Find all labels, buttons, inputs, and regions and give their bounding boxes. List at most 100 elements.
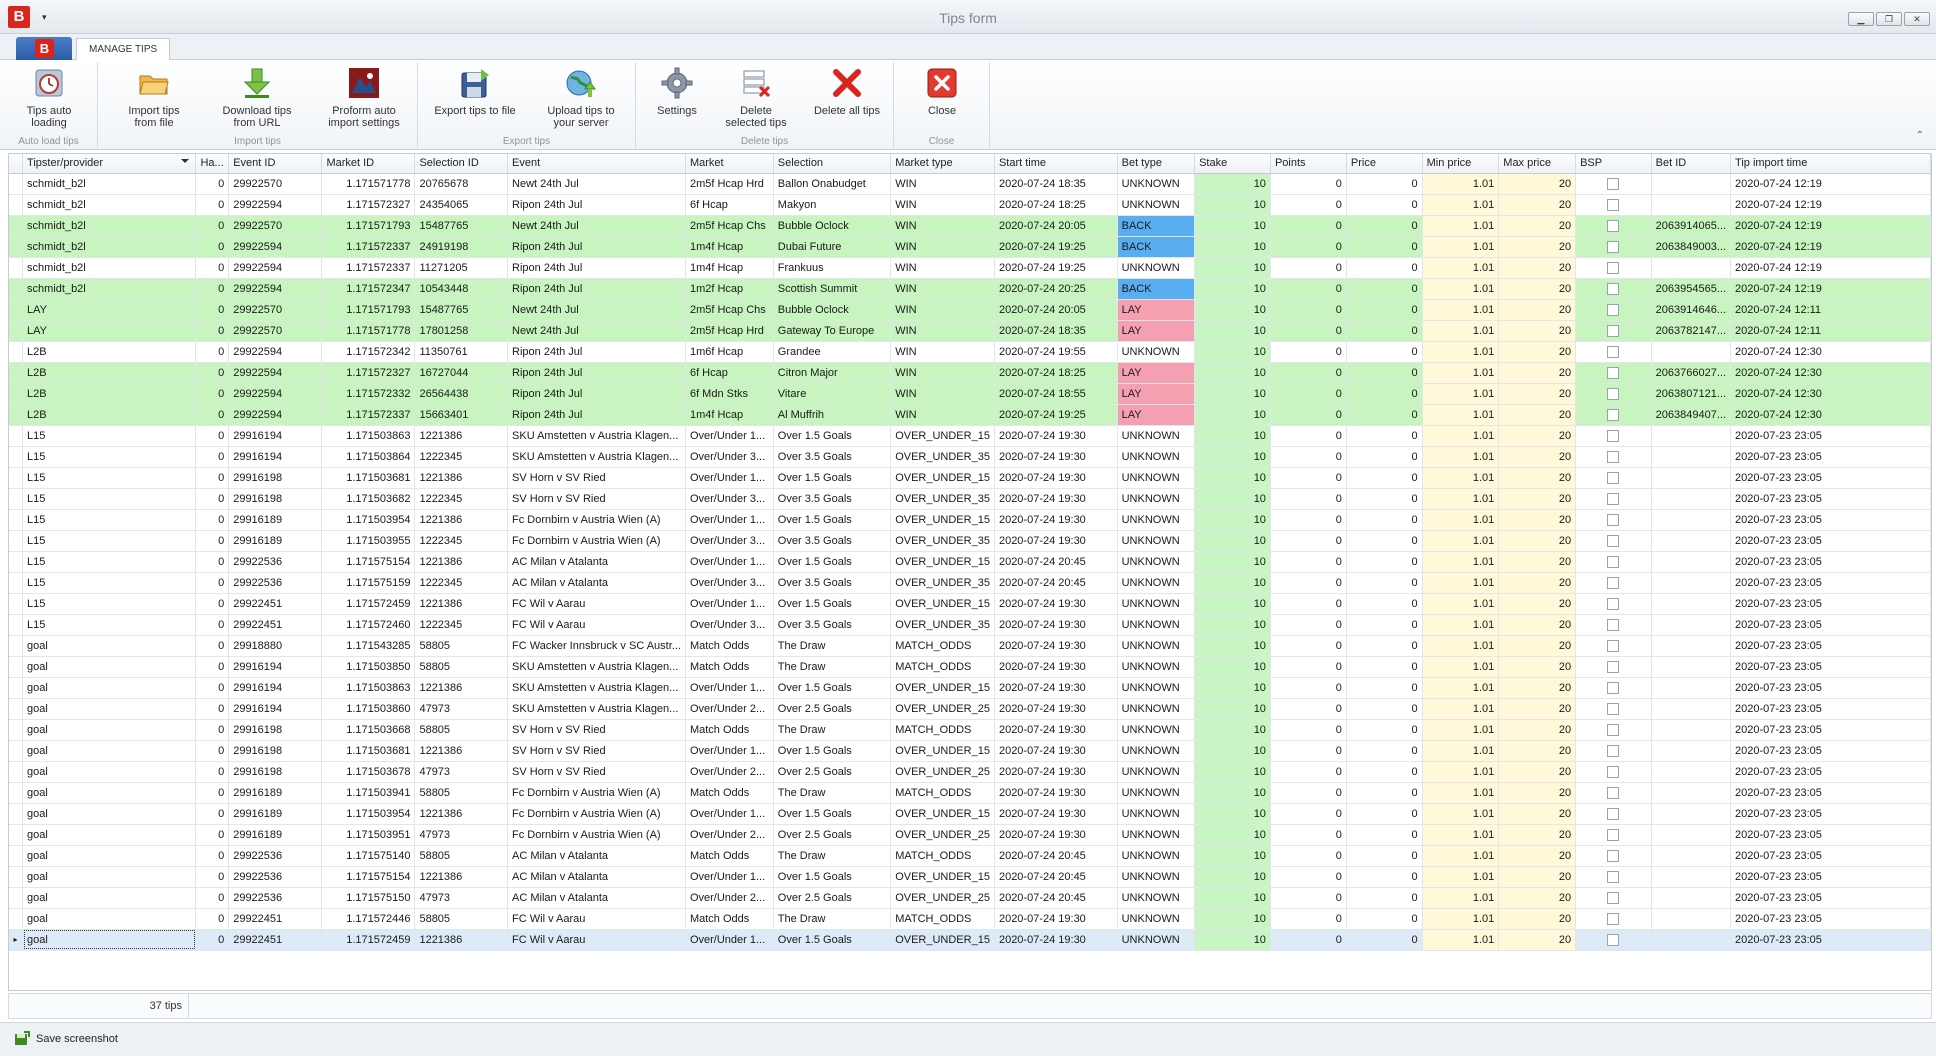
cell-handicap[interactable]: 0 [195, 446, 230, 468]
cell-handicap[interactable]: 0 [195, 908, 230, 930]
cell-event-id[interactable]: 29922451 [228, 908, 323, 930]
cell-points[interactable]: 0 [1270, 362, 1347, 384]
table-row[interactable]: L15 0 29922536 1.171575154 1221386 AC Milan v… [9, 551, 1931, 573]
cell-stake[interactable]: 10 [1194, 467, 1271, 489]
cell-market[interactable]: 1m4f Hcap [685, 236, 774, 258]
cell-market-id[interactable]: 1.171575140 [321, 845, 416, 867]
cell-selection[interactable]: Over 1.5 Goals [773, 929, 892, 951]
row-indicator-cell[interactable] [9, 677, 24, 699]
cell-market[interactable]: Over/Under 1... [685, 740, 774, 762]
cell-event-id[interactable]: 29922594 [228, 278, 323, 300]
cell-selection-id[interactable]: 58805 [414, 908, 509, 930]
cell-stake[interactable]: 10 [1194, 824, 1271, 846]
cell-stake[interactable]: 10 [1194, 614, 1271, 636]
cell-bet-type[interactable]: UNKNOWN [1117, 194, 1196, 216]
cell-event-id[interactable]: 29916198 [228, 719, 323, 741]
cell-points[interactable]: 0 [1270, 593, 1347, 615]
cell-max-price[interactable]: 20 [1498, 194, 1577, 216]
cell-market-type[interactable]: OVER_UNDER_15 [890, 467, 995, 489]
cell-event-id[interactable]: 29922594 [228, 383, 323, 405]
cell-start-time[interactable]: 2020-07-24 20:45 [994, 866, 1118, 888]
cell-max-price[interactable]: 20 [1498, 509, 1577, 531]
cell-start-time[interactable]: 2020-07-24 19:30 [994, 698, 1118, 720]
cell-handicap[interactable]: 0 [195, 404, 230, 426]
column-header-market-type[interactable]: Market type [890, 154, 995, 174]
cell-bsp[interactable] [1575, 362, 1652, 384]
cell-min-price[interactable]: 1.01 [1422, 845, 1500, 867]
cell-bet-type[interactable]: UNKNOWN [1117, 887, 1196, 909]
cell-bet-type[interactable]: BACK [1117, 215, 1196, 237]
close-window-button[interactable]: ✕ [1904, 12, 1930, 26]
cell-points[interactable]: 0 [1270, 761, 1347, 783]
cell-max-price[interactable]: 20 [1498, 614, 1577, 636]
cell-event-id[interactable]: 29922536 [228, 866, 323, 888]
cell-bet-type[interactable]: UNKNOWN [1117, 719, 1196, 741]
settings-button[interactable]: Settings [648, 66, 706, 117]
column-header-market-id[interactable]: Market ID [321, 154, 416, 174]
column-header-event[interactable]: Event [507, 154, 686, 174]
bsp-checkbox[interactable] [1607, 870, 1620, 883]
cell-bet-type[interactable]: UNKNOWN [1117, 698, 1196, 720]
cell-start-time[interactable]: 2020-07-24 19:30 [994, 677, 1118, 699]
cell-market-type[interactable]: OVER_UNDER_15 [890, 740, 995, 762]
cell-event[interactable]: SKU Amstetten v Austria Klagen... [507, 446, 686, 468]
cell-max-price[interactable]: 20 [1498, 593, 1577, 615]
cell-bet-id[interactable] [1651, 908, 1732, 930]
cell-start-time[interactable]: 2020-07-24 20:45 [994, 845, 1118, 867]
row-indicator-cell[interactable] [9, 446, 24, 468]
cell-start-time[interactable]: 2020-07-24 19:30 [994, 530, 1118, 552]
cell-event[interactable]: AC Milan v Atalanta [507, 887, 686, 909]
cell-price[interactable]: 0 [1346, 845, 1423, 867]
cell-bsp[interactable] [1575, 614, 1652, 636]
table-row[interactable]: goal 0 29922536 1.171575140 58805 AC Milan v … [9, 845, 1931, 867]
column-header-market[interactable]: Market [685, 154, 774, 174]
cell-tip-import-time[interactable]: 2020-07-24 12:19 [1730, 278, 1931, 300]
cell-market-id[interactable]: 1.171575154 [321, 866, 416, 888]
cell-start-time[interactable]: 2020-07-24 19:30 [994, 509, 1118, 531]
table-row[interactable]: goal 0 29916189 1.171503954 1221386 Fc Dornbi… [9, 803, 1931, 825]
cell-event[interactable]: AC Milan v Atalanta [507, 572, 686, 594]
cell-min-price[interactable]: 1.01 [1422, 467, 1500, 489]
column-header-tipster-provider[interactable]: Tipster/provider [22, 154, 197, 174]
cell-bsp[interactable] [1575, 320, 1652, 342]
cell-market-type[interactable]: OVER_UNDER_35 [890, 488, 995, 510]
cell-min-price[interactable]: 1.01 [1422, 278, 1500, 300]
cell-max-price[interactable]: 20 [1498, 635, 1577, 657]
cell-min-price[interactable]: 1.01 [1422, 257, 1500, 279]
cell-market-id[interactable]: 1.171503941 [321, 782, 416, 804]
cell-price[interactable]: 0 [1346, 257, 1423, 279]
cell-market[interactable]: Over/Under 1... [685, 866, 774, 888]
column-header-min-price[interactable]: Min price [1422, 154, 1500, 174]
cell-max-price[interactable]: 20 [1498, 425, 1577, 447]
row-indicator-cell[interactable] [9, 551, 24, 573]
cell-bsp[interactable] [1575, 572, 1652, 594]
cell-bet-type[interactable]: UNKNOWN [1117, 677, 1196, 699]
cell-selection[interactable]: Over 1.5 Goals [773, 425, 892, 447]
bsp-checkbox[interactable] [1607, 555, 1620, 568]
cell-bsp[interactable] [1575, 887, 1652, 909]
table-row[interactable]: goal 0 29916198 1.171503681 1221386 SV Horn v… [9, 740, 1931, 762]
cell-points[interactable]: 0 [1270, 824, 1347, 846]
cell-handicap[interactable]: 0 [195, 677, 230, 699]
column-header-points[interactable]: Points [1270, 154, 1347, 174]
bsp-checkbox[interactable] [1607, 345, 1620, 358]
cell-market-type[interactable]: WIN [890, 173, 995, 195]
cell-tip-import-time[interactable]: 2020-07-24 12:19 [1730, 257, 1931, 279]
cell-start-time[interactable]: 2020-07-24 19:25 [994, 257, 1118, 279]
cell-tip-import-time[interactable]: 2020-07-23 23:05 [1730, 782, 1931, 804]
bsp-checkbox[interactable] [1607, 177, 1620, 190]
cell-handicap[interactable]: 0 [195, 425, 230, 447]
cell-market-type[interactable]: OVER_UNDER_15 [890, 866, 995, 888]
cell-stake[interactable]: 10 [1194, 194, 1271, 216]
cell-max-price[interactable]: 20 [1498, 698, 1577, 720]
cell-max-price[interactable]: 20 [1498, 761, 1577, 783]
cell-bsp[interactable] [1575, 173, 1652, 195]
cell-max-price[interactable]: 20 [1498, 488, 1577, 510]
cell-market[interactable]: 6f Mdn Stks [685, 383, 774, 405]
cell-event[interactable]: FC Wacker Innsbruck v SC Austr... [507, 635, 686, 657]
cell-market-type[interactable]: WIN [890, 320, 995, 342]
cell-market[interactable]: 2m5f Hcap Hrd [685, 173, 774, 195]
cell-market[interactable]: 1m4f Hcap [685, 404, 774, 426]
cell-price[interactable]: 0 [1346, 509, 1423, 531]
cell-market-id[interactable]: 1.171503863 [321, 677, 416, 699]
